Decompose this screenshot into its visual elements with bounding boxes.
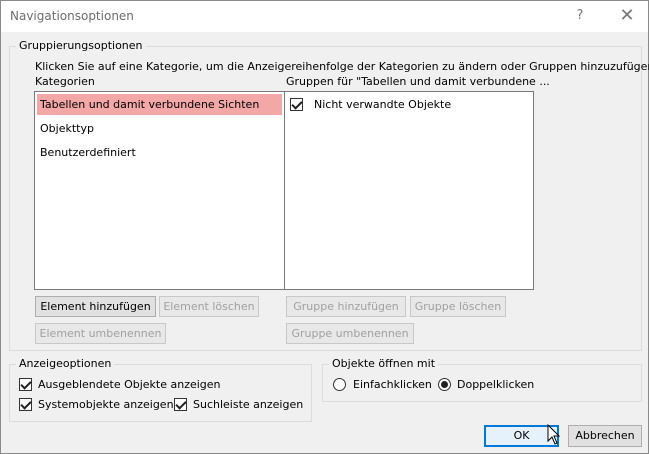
show-hidden-label: Ausgeblendete Objekte anzeigen <box>38 378 221 391</box>
groups-list[interactable]: Nicht verwandte Objekte <box>284 91 534 290</box>
cancel-button[interactable]: Abbrechen <box>568 425 642 447</box>
single-click-label: Einfachklicken <box>353 378 432 391</box>
group-label-unrelated: Nicht verwandte Objekte <box>314 98 452 111</box>
show-search-label: Suchleiste anzeigen <box>193 398 304 411</box>
help-icon[interactable]: ? <box>565 4 595 28</box>
category-item-custom[interactable]: Benutzerdefiniert <box>37 142 282 163</box>
grouping-instruction: Klicken Sie auf eine Kategorie, um die A… <box>35 60 649 73</box>
group-checkbox-unrelated[interactable] <box>290 98 303 111</box>
show-system-label: Systemobjekte anzeigen <box>38 398 174 411</box>
close-icon[interactable]: ✕ <box>612 4 642 28</box>
rename-group-button[interactable]: Gruppe umbenennen <box>286 323 414 344</box>
categories-header: Kategorien <box>35 75 95 88</box>
dialog-title: Navigationsoptionen <box>10 9 134 23</box>
delete-element-button[interactable]: Element löschen <box>159 296 259 317</box>
double-click-label: Doppelklicken <box>457 378 535 391</box>
delete-group-button[interactable]: Gruppe löschen <box>410 296 506 317</box>
navigation-options-dialog: Navigationsoptionen ? ✕ Gruppierungsopti… <box>0 0 649 454</box>
show-system-checkbox[interactable] <box>19 398 32 411</box>
add-element-button[interactable]: Element hinzufügen <box>35 296 156 317</box>
categories-list[interactable]: Tabellen und damit verbundene Sichten Ob… <box>34 91 285 290</box>
category-item-tables[interactable]: Tabellen und damit verbundene Sichten <box>37 94 282 115</box>
mouse-pointer-icon <box>547 424 561 445</box>
grouping-options-legend: Gruppierungsoptionen <box>16 39 146 52</box>
display-options-legend: Anzeigeoptionen <box>16 357 115 370</box>
display-options-group: Anzeigeoptionen <box>9 357 312 422</box>
show-search-checkbox[interactable] <box>174 398 187 411</box>
single-click-radio[interactable] <box>333 378 346 391</box>
show-hidden-checkbox[interactable] <box>19 378 32 391</box>
category-item-object-type[interactable]: Objekttyp <box>37 118 282 139</box>
double-click-radio[interactable] <box>438 378 451 391</box>
rename-element-button[interactable]: Element umbenennen <box>35 323 166 344</box>
add-group-button[interactable]: Gruppe hinzufügen <box>286 296 406 317</box>
open-objects-legend: Objekte öffnen mit <box>329 357 439 370</box>
title-bar[interactable]: Navigationsoptionen ? ✕ <box>1 1 648 32</box>
groups-header: Gruppen für "Tabellen und damit verbunde… <box>286 75 550 88</box>
